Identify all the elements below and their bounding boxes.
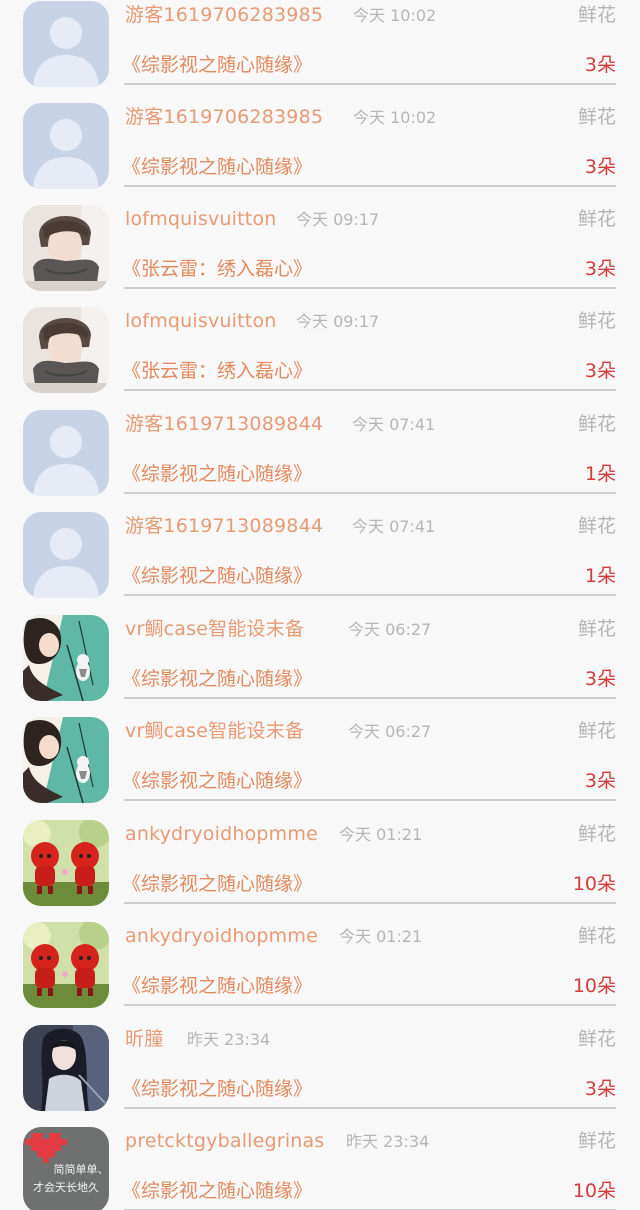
gift-record-row[interactable]: lofmquisvuitton 今天 09:17 鲜花《张云雷：绣入磊心》 3朵 (0, 307, 640, 410)
gift-type-label: 鲜花 (577, 925, 616, 947)
gift-record-row[interactable]: lofmquisvuitton 今天 09:17 鲜花《张云雷：绣入磊心》 3朵 (0, 205, 640, 308)
default-avatar-icon[interactable] (23, 410, 109, 496)
red-dolls-avatar-icon[interactable] (23, 820, 109, 906)
gift-record-row[interactable]: 简简单单、才会天长地久 pretcktgyballegrinas 昨天 23:34 鲜… (0, 1127, 640, 1210)
gift-record-row[interactable]: 昕朣 昨天 23:34 鲜花《综影视之随心随缘》 3朵 (0, 1025, 640, 1128)
book-title-link[interactable]: 《综影视之随心随缘》 (122, 665, 312, 693)
gift-time: 今天 06:27 (348, 722, 432, 741)
gift-amount: 10朵 (572, 975, 616, 997)
gift-amount: 3朵 (584, 258, 616, 280)
gift-time: 今天 09:17 (296, 312, 380, 331)
row-divider (124, 389, 616, 391)
gift-time: 今天 01:21 (339, 825, 423, 844)
gift-time: 今天 07:41 (352, 415, 436, 434)
row-divider (124, 594, 616, 596)
username[interactable]: vr鲷case智能设末备 (125, 717, 304, 745)
row-divider (124, 1107, 616, 1109)
book-title-link[interactable]: 《综影视之随心随缘》 (122, 870, 312, 898)
gift-type-label: 鲜花 (577, 413, 616, 435)
default-avatar-icon[interactable] (23, 1, 109, 87)
gift-type-label: 鲜花 (577, 720, 616, 742)
girl-cat-avatar-icon[interactable] (23, 615, 109, 701)
gift-time: 今天 10:02 (353, 6, 437, 25)
gift-type-label: 鲜花 (577, 515, 616, 537)
gift-amount: 3朵 (584, 156, 616, 178)
gift-amount: 1朵 (584, 565, 616, 587)
gift-type-label: 鲜花 (577, 208, 616, 230)
username[interactable]: vr鲷case智能设末备 (125, 615, 304, 643)
username[interactable]: lofmquisvuitton (125, 307, 277, 335)
gift-time: 今天 07:41 (352, 517, 436, 536)
gift-record-row[interactable]: ankydryoidhopmme 今天 01:21 鲜花《综影视之随心随缘》 10朵 (0, 922, 640, 1025)
gift-time: 今天 06:27 (348, 620, 432, 639)
gift-record-row[interactable]: vr鲷case智能设末备 今天 06:27 鲜花《综影视之随心随缘》 3朵 (0, 717, 640, 820)
gift-type-label: 鲜花 (577, 106, 616, 128)
row-divider (124, 1004, 616, 1006)
gift-record-list: 游客1619706283985 今天 10:02 鲜花 《综影视之随心随缘》 3朵 游客1… (0, 0, 640, 1210)
username[interactable]: ankydryoidhopmme (125, 922, 318, 950)
gift-amount: 3朵 (584, 1078, 616, 1100)
gift-time: 今天 01:21 (339, 927, 423, 946)
username[interactable]: 游客1619706283985 (125, 103, 323, 131)
gift-record-row[interactable]: 游客1619713089844 今天 07:41 鲜花《综影视之随心随缘》 1朵 (0, 410, 640, 513)
book-title-link[interactable]: 《综影视之随心随缘》 (122, 1075, 312, 1103)
gift-type-label: 鲜花 (577, 4, 616, 26)
avatar-caption-line: 简简单单、 (53, 1163, 109, 1176)
gift-record-row[interactable]: vr鲷case智能设末备 今天 06:27 鲜花《综影视之随心随缘》 3朵 (0, 615, 640, 718)
book-title-link[interactable]: 《综影视之随心随缘》 (122, 562, 312, 590)
pixel-heart-avatar-icon[interactable]: 简简单单、才会天长地久 (23, 1127, 109, 1210)
username[interactable]: lofmquisvuitton (125, 205, 277, 233)
row-divider (124, 902, 616, 904)
gift-type-label: 鲜花 (577, 310, 616, 332)
gift-amount: 10朵 (572, 1180, 616, 1202)
default-avatar-icon[interactable] (23, 512, 109, 598)
book-title-link[interactable]: 《综影视之随心随缘》 (122, 767, 312, 795)
username[interactable]: 游客1619706283985 (125, 1, 323, 29)
default-avatar-icon[interactable] (23, 103, 109, 189)
gift-record-row[interactable]: 游客1619713089844 今天 07:41 鲜花《综影视之随心随缘》 1朵 (0, 512, 640, 615)
gift-amount: 10朵 (572, 873, 616, 895)
gift-time: 今天 10:02 (353, 108, 437, 127)
username[interactable]: pretcktgyballegrinas (125, 1127, 324, 1155)
row-divider (124, 697, 616, 699)
row-divider (124, 185, 616, 187)
boy-scarf-avatar-icon[interactable] (23, 205, 109, 291)
gift-record-row[interactable]: 游客1619706283985 今天 10:02 鲜花《综影视之随心随缘》 3朵 (0, 1, 640, 104)
anime-girl-avatar-icon[interactable] (23, 1025, 109, 1111)
gift-record-row[interactable]: 游客1619706283985 今天 10:02 鲜花《综影视之随心随缘》 3朵 (0, 103, 640, 206)
gift-time: 昨天 23:34 (187, 1030, 271, 1049)
gift-time: 今天 09:17 (296, 210, 380, 229)
avatar-caption-line: 才会天长地久 (33, 1181, 99, 1194)
boy-scarf-avatar-icon[interactable] (23, 307, 109, 393)
gift-amount: 3朵 (584, 668, 616, 690)
username[interactable]: 昕朣 (125, 1025, 163, 1053)
book-title-link[interactable]: 《张云雷：绣入磊心》 (122, 255, 312, 283)
book-title-link[interactable]: 《张云雷：绣入磊心》 (122, 357, 312, 385)
gift-time: 昨天 23:34 (346, 1132, 430, 1151)
row-divider (124, 83, 616, 85)
gift-type-label: 鲜花 (577, 1130, 616, 1152)
gift-amount: 3朵 (584, 770, 616, 792)
gift-amount: 3朵 (584, 54, 616, 76)
gift-type-label: 鲜花 (577, 1028, 616, 1050)
row-divider (124, 287, 616, 289)
gift-type-label: 鲜花 (577, 618, 616, 640)
username[interactable]: ankydryoidhopmme (125, 820, 318, 848)
gift-record-row[interactable]: ankydryoidhopmme 今天 01:21 鲜花《综影视之随心随缘》 10朵 (0, 820, 640, 923)
red-dolls-avatar-icon[interactable] (23, 922, 109, 1008)
gift-amount: 1朵 (584, 463, 616, 485)
gift-type-label: 鲜花 (577, 823, 616, 845)
book-title-link[interactable]: 《综影视之随心随缘》 (122, 51, 312, 79)
gift-amount: 3朵 (584, 360, 616, 382)
avatar-caption: 简简单单、才会天长地久 (23, 1161, 109, 1197)
book-title-link[interactable]: 《综影视之随心随缘》 (122, 460, 312, 488)
username[interactable]: 游客1619713089844 (125, 512, 323, 540)
row-divider (124, 799, 616, 801)
book-title-link[interactable]: 《综影视之随心随缘》 (122, 1177, 312, 1205)
book-title-link[interactable]: 《综影视之随心随缘》 (122, 153, 312, 181)
book-title-link[interactable]: 《综影视之随心随缘》 (122, 972, 312, 1000)
username[interactable]: 游客1619713089844 (125, 410, 323, 438)
girl-cat-avatar-icon[interactable] (23, 717, 109, 803)
row-divider (124, 492, 616, 494)
